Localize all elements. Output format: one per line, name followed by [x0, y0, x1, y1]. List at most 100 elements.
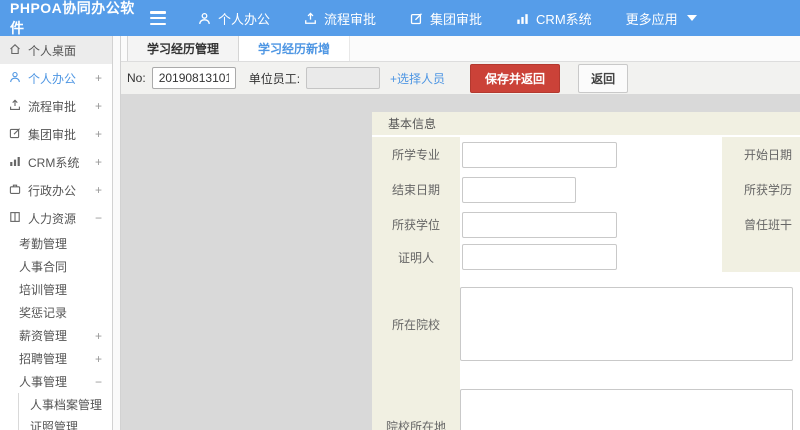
upload-tray-icon	[9, 99, 21, 114]
nav-personal-office[interactable]: 个人办公	[198, 9, 270, 28]
empty-beige-cell	[722, 242, 800, 272]
sidebar-item-label: 培训管理	[19, 283, 68, 297]
nav-label: CRM系统	[536, 11, 592, 27]
sidebar-item-hr[interactable]: 人力资源 −	[0, 204, 112, 232]
sidebar-item-label: 人事档案管理	[30, 397, 103, 412]
content-area: 基本信息 所学专业 开始日期 结束日期 所获学历 所获学位 曾任班干 证明人 所…	[121, 95, 800, 430]
sidebar: 个人桌面 个人办公 + 流程审批 + 集团审批 + CRM系统 + 行政办公 +	[0, 36, 112, 430]
no-input[interactable]	[151, 67, 236, 89]
sidebar-item-label: 证照管理	[30, 419, 79, 430]
nav-label: 集团审批	[430, 11, 483, 27]
nav-crm-system[interactable]: CRM系统	[516, 9, 592, 28]
nav-label: 个人办公	[218, 11, 271, 27]
sidebar-item-desktop[interactable]: 个人桌面	[0, 36, 112, 64]
sidebar-item-training-mgmt[interactable]: 培训管理	[0, 278, 112, 301]
edit-icon	[410, 12, 423, 25]
sidebar-item-personnel-mgmt[interactable]: 人事管理 −	[0, 370, 112, 393]
sidebar-item-label: 个人办公	[28, 71, 77, 86]
sidebar-item-label: 薪资管理	[19, 329, 68, 343]
sidebar-item-personal-office[interactable]: 个人办公 +	[0, 64, 112, 92]
field-label-school: 所在院校	[372, 285, 460, 363]
field-label-reference-person: 证明人	[372, 242, 460, 272]
degree-input[interactable]	[462, 211, 617, 238]
sidebar-item-label: 奖惩记录	[19, 306, 68, 320]
sidebar-item-crm-system[interactable]: CRM系统 +	[0, 148, 112, 176]
field-label-start-date: 开始日期	[722, 137, 800, 172]
person-icon	[9, 71, 21, 86]
employee-label: 单位员工:	[248, 71, 301, 86]
edit-icon	[9, 127, 21, 142]
tab-study-history-manage[interactable]: 学习经历管理	[127, 36, 240, 61]
nav-workflow-approval[interactable]: 流程审批	[304, 9, 376, 28]
briefcase-icon	[9, 183, 21, 198]
sidebar-item-workflow-approval[interactable]: 流程审批 +	[0, 92, 112, 120]
expander-plus[interactable]: +	[95, 155, 102, 169]
no-label: No:	[127, 71, 146, 85]
sidebar-item-reward-punishment[interactable]: 奖惩记录	[0, 301, 112, 324]
person-icon	[198, 12, 211, 25]
sidebar-scrollbar[interactable]	[112, 36, 121, 430]
expander-minus[interactable]: −	[95, 375, 102, 389]
sidebar-item-label: 个人桌面	[28, 43, 77, 58]
sidebar-item-label: 行政办公	[28, 183, 77, 198]
main-area: 学习经历管理 学习经历新增 No: 单位员工: +选择人员 保存并返回 返回 基…	[121, 36, 800, 430]
end-date-input[interactable]	[462, 176, 576, 203]
tab-bar: 学习经历管理 学习经历新增	[121, 36, 800, 62]
employee-input[interactable]	[306, 67, 381, 89]
nav-group-approval[interactable]: 集团审批	[410, 9, 482, 28]
top-nav: 个人办公 流程审批 集团审批 CRM系统 更多应用	[198, 9, 697, 28]
sidebar-item-recruit-mgmt[interactable]: 招聘管理 +	[0, 347, 112, 370]
field-label-major: 所学专业	[372, 137, 460, 172]
spacer-cell	[372, 272, 460, 285]
study-history-form: 基本信息 所学专业 开始日期 结束日期 所获学历 所获学位 曾任班干 证明人 所…	[372, 112, 800, 430]
select-person-link[interactable]: +选择人员	[390, 70, 445, 87]
app-logo: PHPOA协同办公软件	[10, 0, 135, 36]
expander-plus[interactable]: +	[95, 99, 102, 113]
sidebar-item-label: 人事合同	[19, 260, 68, 274]
field-label-end-date: 结束日期	[372, 172, 460, 207]
sidebar-item-label: 人事管理	[19, 375, 68, 389]
tab-label: 学习经历管理	[147, 42, 220, 56]
expander-plus[interactable]: +	[95, 329, 102, 343]
expander-plus[interactable]: +	[95, 183, 102, 197]
spacer-cell	[460, 272, 800, 285]
back-button[interactable]: 返回	[578, 63, 629, 93]
expander-plus[interactable]: +	[95, 127, 102, 141]
field-label-school-location: 院校所在地	[372, 387, 460, 430]
nav-label: 流程审批	[324, 11, 377, 27]
expander-minus[interactable]: −	[95, 211, 102, 225]
sidebar-item-certificate-mgmt[interactable]: 证照管理	[19, 415, 112, 430]
bar-chart-icon	[516, 12, 529, 25]
sidebar-item-label: 流程审批	[28, 99, 77, 114]
nav-more-apps[interactable]: 更多应用	[626, 9, 697, 28]
menu-icon[interactable]	[150, 11, 170, 25]
section-title: 基本信息	[372, 112, 800, 135]
sidebar-item-hr-contract[interactable]: 人事合同	[0, 255, 112, 278]
school-location-textarea[interactable]	[460, 389, 793, 430]
sidebar-item-attendance-mgmt[interactable]: 考勤管理	[0, 232, 112, 255]
spacer-cell	[372, 363, 460, 387]
sidebar-item-label: CRM系统	[28, 155, 80, 170]
bar-chart-icon	[9, 155, 21, 170]
top-bar: PHPOA协同办公软件 个人办公 流程审批 集团审批 CRM系统 更多应用	[0, 0, 800, 36]
sidebar-item-personnel-archive-mgmt[interactable]: 人事档案管理	[19, 393, 112, 415]
home-icon	[9, 43, 21, 58]
sidebar-submenu: 人事档案管理 证照管理	[18, 393, 112, 430]
sidebar-item-salary-mgmt[interactable]: 薪资管理 +	[0, 324, 112, 347]
sidebar-item-label: 集团审批	[28, 127, 77, 142]
reference-person-input[interactable]	[462, 244, 617, 270]
school-textarea[interactable]	[460, 287, 793, 361]
upload-tray-icon	[304, 11, 317, 25]
sidebar-item-group-approval[interactable]: 集团审批 +	[0, 120, 112, 148]
expander-plus[interactable]: +	[95, 71, 102, 85]
spacer-cell	[460, 363, 800, 387]
tab-label: 学习经历新增	[258, 42, 331, 56]
sidebar-item-admin-office[interactable]: 行政办公 +	[0, 176, 112, 204]
field-label-class-cadre: 曾任班干	[722, 207, 800, 242]
tab-study-history-new[interactable]: 学习经历新增	[239, 36, 351, 61]
sidebar-item-label: 考勤管理	[19, 237, 68, 251]
toolbar: No: 单位员工: +选择人员 保存并返回 返回	[121, 62, 800, 95]
save-and-return-button[interactable]: 保存并返回	[470, 63, 561, 93]
major-input[interactable]	[462, 141, 617, 168]
expander-plus[interactable]: +	[95, 352, 102, 366]
